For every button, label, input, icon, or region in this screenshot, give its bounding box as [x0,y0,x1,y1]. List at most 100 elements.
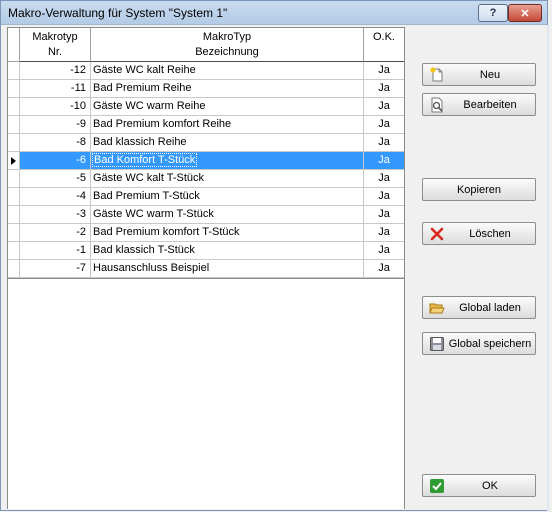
row-indicator[interactable] [8,170,20,188]
table-row[interactable]: -6 Bad Komfort T-Stück Ja [8,152,404,170]
row-indicator[interactable] [8,206,20,224]
cell-bezeichnung-text: Bad Komfort T-Stück [91,153,198,167]
column-header-ok-label: O.K. [372,31,395,43]
cell-ok[interactable]: Ja [364,98,404,116]
close-button[interactable]: ✕ [508,4,542,22]
cell-bezeichnung[interactable]: Bad klassich Reihe [91,134,364,152]
table-row[interactable]: -3 Gäste WC warm T-Stück Ja [8,206,404,224]
cell-makrotyp-nr[interactable]: -8 [20,134,91,152]
table-row[interactable]: -12 Gäste WC kalt Reihe Ja [8,62,404,80]
cell-bezeichnung[interactable]: Gäste WC warm T-Stück [91,206,364,224]
cell-bezeichnung-text: Gäste WC warm T-Stück [93,208,214,220]
cell-bezeichnung[interactable]: Bad Premium komfort Reihe [91,116,364,134]
row-indicator[interactable] [8,188,20,206]
ok-button[interactable]: OK [422,474,536,497]
cell-makrotyp-nr[interactable]: -11 [20,80,91,98]
new-button[interactable]: Neu [422,63,536,86]
cell-makrotyp-nr[interactable]: -3 [20,206,91,224]
cell-bezeichnung[interactable]: Gäste WC kalt T-Stück [91,170,364,188]
column-header-bez-line2: Bezeichnung [195,46,259,58]
column-header-bez-line1: MakroTyp [202,31,252,43]
cell-bezeichnung-text: Gäste WC warm Reihe [93,100,206,112]
row-indicator[interactable] [8,134,20,152]
table-row[interactable]: -10 Gäste WC warm Reihe Ja [8,98,404,116]
cell-makrotyp-nr[interactable]: -9 [20,116,91,134]
table-row[interactable]: -1 Bad klassich T-Stück Ja [8,242,404,260]
cell-bezeichnung-text: Gäste WC kalt T-Stück [93,172,205,184]
window-edge [547,25,549,512]
cell-bezeichnung[interactable]: Bad Komfort T-Stück [91,152,364,170]
cell-bezeichnung-text: Hausanschluss Beispiel [93,262,210,274]
table-row[interactable]: -2 Bad Premium komfort T-Stück Ja [8,224,404,242]
window-title: Makro-Verwaltung für System "System 1" [8,6,228,20]
cell-makrotyp-nr[interactable]: -7 [20,260,91,278]
column-header-bezeichnung[interactable]: MakroTyp Bezeichnung [91,28,364,62]
row-indicator[interactable] [8,98,20,116]
column-header-nr-line1: Makrotyp [32,31,78,43]
cell-ok[interactable]: Ja [364,242,404,260]
title-bar: Makro-Verwaltung für System "System 1" ?… [1,1,547,25]
copy-button-label: Kopieren [456,183,502,196]
cell-ok[interactable]: Ja [364,188,404,206]
cell-ok[interactable]: Ja [364,206,404,224]
cell-bezeichnung[interactable]: Gäste WC kalt Reihe [91,62,364,80]
cell-makrotyp-nr[interactable]: -5 [20,170,91,188]
green-check-icon [430,479,444,493]
table-row[interactable]: -9 Bad Premium komfort Reihe Ja [8,116,404,134]
red-x-icon [430,227,444,241]
table-row[interactable]: -11 Bad Premium Reihe Ja [8,80,404,98]
row-indicator[interactable] [8,260,20,278]
row-indicator[interactable] [8,80,20,98]
global-save-button[interactable]: Global speichern [422,332,536,355]
row-indicator[interactable] [8,224,20,242]
table-row[interactable]: -7 Hausanschluss Beispiel Ja [8,260,404,278]
cell-bezeichnung[interactable]: Bad klassich T-Stück [91,242,364,260]
edit-document-icon [431,97,443,113]
cell-ok[interactable]: Ja [364,62,404,80]
cell-makrotyp-nr[interactable]: -2 [20,224,91,242]
cell-bezeichnung[interactable]: Bad Premium Reihe [91,80,364,98]
table-row[interactable]: -4 Bad Premium T-Stück Ja [8,188,404,206]
cell-ok[interactable]: Ja [364,80,404,98]
macro-table[interactable]: Makrotyp Nr. MakroTyp Bezeichnung O.K. -… [7,27,405,279]
table-row[interactable]: -5 Gäste WC kalt T-Stück Ja [8,170,404,188]
cell-makrotyp-nr[interactable]: -4 [20,188,91,206]
cell-bezeichnung[interactable]: Bad Premium T-Stück [91,188,364,206]
save-disk-icon [430,337,444,351]
cell-bezeichnung-text: Bad Premium Reihe [93,82,192,94]
cell-bezeichnung[interactable]: Bad Premium komfort T-Stück [91,224,364,242]
global-load-button[interactable]: Global laden [422,296,536,319]
cell-bezeichnung-text: Gäste WC kalt Reihe [93,64,196,76]
macro-manager-dialog: Makro-Verwaltung für System "System 1" ?… [0,0,549,512]
help-button[interactable]: ? [478,4,508,22]
table-row[interactable]: -8 Bad klassich Reihe Ja [8,134,404,152]
cell-ok[interactable]: Ja [364,224,404,242]
row-indicator[interactable] [8,62,20,80]
row-indicator[interactable] [8,116,20,134]
cell-ok[interactable]: Ja [364,152,404,170]
cell-makrotyp-nr[interactable]: -6 [20,152,91,170]
column-header-ok[interactable]: O.K. [364,28,404,62]
cell-makrotyp-nr[interactable]: -1 [20,242,91,260]
column-header-nr[interactable]: Makrotyp Nr. [20,28,91,62]
cell-ok[interactable]: Ja [364,170,404,188]
current-row-arrow-icon [11,157,16,165]
table-empty-area [7,279,405,509]
row-indicator-header [8,28,20,62]
cell-ok[interactable]: Ja [364,116,404,134]
cell-makrotyp-nr[interactable]: -10 [20,98,91,116]
cell-ok[interactable]: Ja [364,134,404,152]
row-indicator[interactable] [8,152,20,170]
help-icon: ? [489,7,497,19]
copy-button[interactable]: Kopieren [422,178,536,201]
open-folder-icon [429,303,445,314]
cell-makrotyp-nr[interactable]: -12 [20,62,91,80]
edit-button[interactable]: Bearbeiten [422,93,536,116]
cell-bezeichnung-text: Bad Premium komfort T-Stück [93,226,240,238]
cell-bezeichnung[interactable]: Gäste WC warm Reihe [91,98,364,116]
column-header-nr-line2: Nr. [47,46,63,58]
cell-bezeichnung[interactable]: Hausanschluss Beispiel [91,260,364,278]
row-indicator[interactable] [8,242,20,260]
delete-button[interactable]: Löschen [422,222,536,245]
cell-ok[interactable]: Ja [364,260,404,278]
